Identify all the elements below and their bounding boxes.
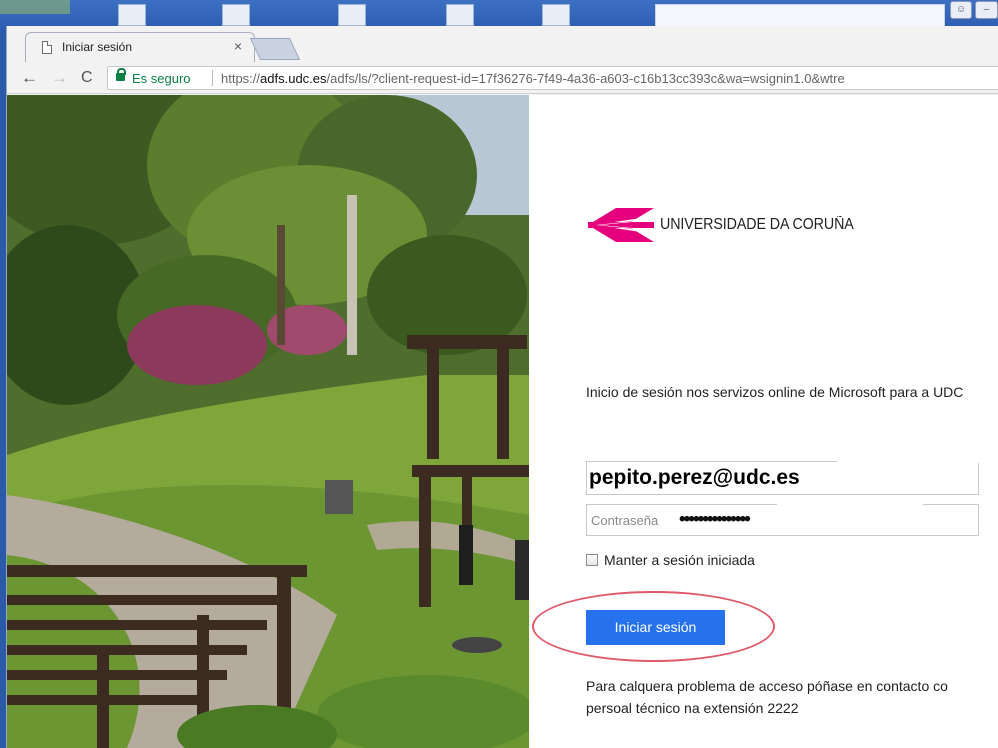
desktop-thumbnail (118, 4, 146, 26)
security-label[interactable]: Es seguro (132, 71, 191, 86)
keep-signed-in-checkbox[interactable] (586, 554, 598, 566)
login-panel: UNIVERSIDADE DA CORUÑA Inicio de sesión … (529, 95, 998, 748)
minimize-icon[interactable]: – (975, 1, 998, 19)
divider (212, 70, 213, 86)
screenshot: ☺ – Iniciar sesión × ← → C Es seguro htt… (0, 0, 998, 748)
lock-icon[interactable] (116, 68, 126, 81)
username-value: pepito.perez@udc.es (589, 466, 800, 489)
reload-icon[interactable]: C (81, 68, 93, 88)
user-profile-icon[interactable]: ☺ (950, 1, 972, 19)
password-mask: ••••••••••••••• (679, 509, 751, 530)
close-tab-icon[interactable]: × (234, 38, 242, 54)
udc-emblem-icon (588, 208, 654, 242)
campus-illustration (7, 95, 529, 748)
help-text: Para calquera problema de acceso póñase … (586, 678, 948, 716)
password-field[interactable]: Contraseña ••••••••••••••• (586, 503, 979, 536)
desktop-thumbnail (446, 4, 474, 26)
forward-arrow-icon[interactable]: → (51, 68, 68, 88)
url-text[interactable]: https://adfs.udc.es/adfs/ls/?client-requ… (221, 71, 845, 86)
tab-strip: Iniciar sesión × (7, 26, 998, 62)
desktop-thumbnail (222, 4, 250, 26)
new-tab-button[interactable] (249, 38, 301, 60)
campus-photo (7, 95, 529, 748)
university-logo: UNIVERSIDADE DA CORUÑA (586, 206, 871, 244)
page-viewport: UNIVERSIDADE DA CORUÑA Inicio de sesión … (7, 95, 998, 748)
desktop-thumbnail (542, 4, 570, 26)
blurred-background-text (312, 40, 632, 52)
desktop-thumbnail (338, 4, 366, 26)
keep-signed-in-label[interactable]: Manter a sesión iniciada (604, 552, 755, 568)
password-placeholder: Contraseña (591, 513, 659, 528)
username-field[interactable]: pepito.perez@udc.es (586, 460, 983, 495)
tab-iniciar-sesion[interactable]: Iniciar sesión × (25, 32, 255, 62)
logo-text: UNIVERSIDADE DA CORUÑA (660, 216, 854, 233)
document-icon (42, 41, 52, 54)
desktop-background (0, 0, 70, 14)
sign-in-description: Inicio de sesión nos servizos online de … (586, 384, 964, 400)
back-arrow-icon[interactable]: ← (21, 68, 38, 88)
browser-window: Iniciar sesión × ← → C Es seguro https:/… (6, 26, 998, 748)
keep-signed-in[interactable]: Manter a sesión iniciada (586, 552, 755, 568)
address-bar[interactable]: Es seguro https://adfs.udc.es/adfs/ls/?c… (107, 66, 998, 90)
sign-in-button[interactable]: Iniciar sesión (586, 610, 725, 645)
browser-toolbar: ← → C Es seguro https://adfs.udc.es/adfs… (7, 62, 998, 94)
tab-title: Iniciar sesión (62, 40, 133, 54)
